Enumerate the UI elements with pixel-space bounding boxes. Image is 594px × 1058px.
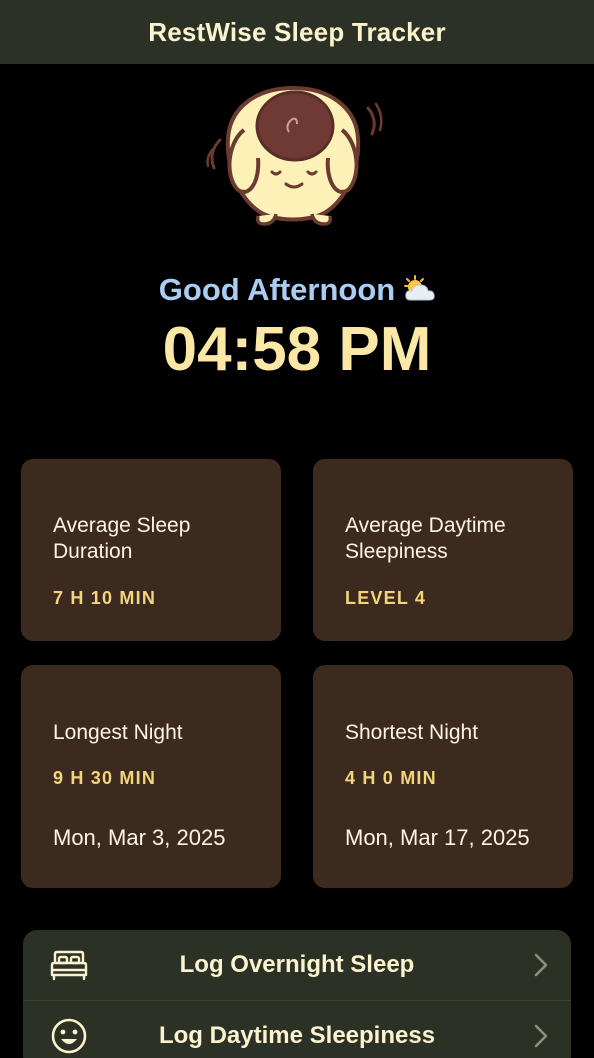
app-header: RestWise Sleep Tracker [0,0,594,64]
actions-list: Log Overnight Sleep Log Daytime Sleepine… [23,930,571,1058]
greeting: Good Afternoon [0,272,594,308]
current-time: 04:58 PM [162,315,432,384]
stat-title: Average Daytime Sleepiness [345,514,506,563]
log-daytime-sleepiness-button[interactable]: Log Daytime Sleepiness [23,1000,571,1058]
stat-value: LEVEL 4 [345,588,427,608]
sleepy-puppy-mascot [206,85,383,226]
action-label: Log Daytime Sleepiness [158,1021,436,1049]
stat-title: Average Sleep Duration [53,514,191,563]
stat-title: Longest Night [53,721,183,744]
bed-icon [50,950,88,981]
stat-card-average-daytime-sleepiness: Average Daytime Sleepiness LEVEL 4 [313,459,573,641]
smiley-face-icon [51,1018,87,1053]
stat-date: Mon, Mar 3, 2025 [53,825,226,850]
action-label: Log Overnight Sleep [179,951,415,978]
log-overnight-sleep-button[interactable]: Log Overnight Sleep [23,930,571,1000]
greeting-text: Good Afternoon [158,272,396,307]
stat-date: Mon, Mar 17, 2025 [345,825,530,850]
stat-value: 7 H 10 MIN [53,588,157,608]
chevron-right-icon [534,953,548,977]
stat-card-shortest-night: Shortest Night 4 H 0 MIN Mon, Mar 17, 20… [313,665,573,888]
stat-value: 4 H 0 MIN [345,768,437,788]
stat-card-average-sleep-duration: Average Sleep Duration 7 H 10 MIN [21,459,281,641]
sun-behind-cloud-icon [404,275,435,301]
stat-value: 9 H 30 MIN [53,768,157,788]
stat-card-longest-night: Longest Night 9 H 30 MIN Mon, Mar 3, 202… [21,665,281,888]
chevron-right-icon [534,1024,548,1047]
app-title: RestWise Sleep Tracker [148,16,446,47]
stat-title: Shortest Night [345,721,479,744]
